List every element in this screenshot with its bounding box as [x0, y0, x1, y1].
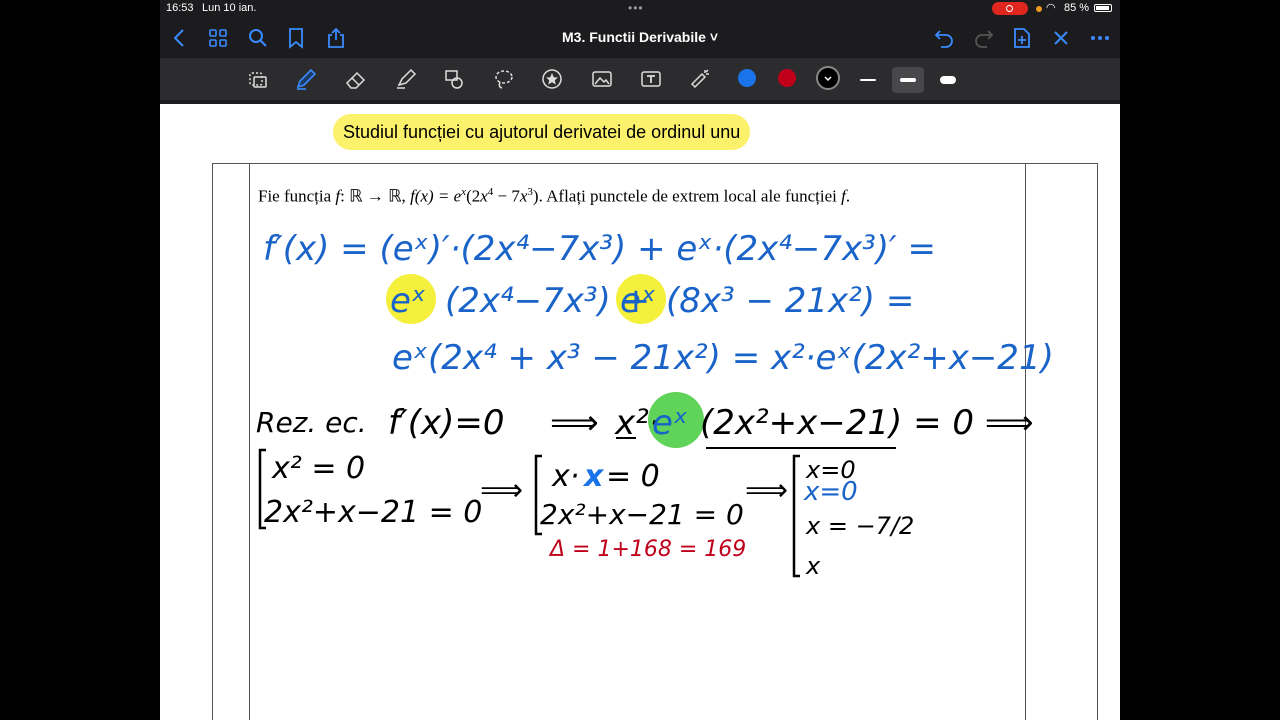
add-page-icon[interactable] — [1010, 26, 1034, 50]
mic-indicator-icon — [1036, 6, 1042, 12]
blue-color-swatch[interactable] — [738, 69, 756, 87]
lasso-icon[interactable] — [492, 67, 516, 91]
factor-exp: eˣ — [652, 403, 688, 443]
derivation-line-2c: eˣ — [620, 281, 656, 321]
rez-ec-label: Rez. ec. — [256, 406, 367, 439]
implies-arrow: ⟹ — [745, 473, 788, 508]
system2-eq1-highlight: x — [582, 459, 605, 494]
system-bracket — [792, 454, 800, 578]
grid-icon[interactable] — [206, 26, 230, 50]
status-date: Lun 10 ian. — [202, 2, 257, 14]
derivation-line-2a: eˣ — [390, 281, 426, 321]
thin-stroke-option[interactable] — [852, 67, 884, 93]
multitasking-dots-icon[interactable]: ••• — [628, 1, 644, 15]
highlighter-icon[interactable] — [394, 67, 418, 91]
solution-x2: x=0 — [803, 477, 858, 507]
redo-icon[interactable] — [972, 26, 996, 50]
factor-quadratic: (2x²+x−21) = 0 ⟹ — [700, 403, 1034, 443]
solution-x3: x = −7/2 — [805, 512, 914, 540]
undo-icon[interactable] — [932, 26, 956, 50]
battery-percentage: 85 % — [1064, 2, 1090, 14]
more-icon[interactable] — [1088, 26, 1112, 50]
text-box-icon[interactable] — [639, 67, 663, 91]
bookmark-icon[interactable] — [284, 26, 308, 50]
system2-eq1-part: x· — [551, 459, 579, 494]
status-bar: 16:53 Lun 10 ian. ••• ◠ 85 % — [160, 0, 1120, 18]
thick-stroke-option[interactable] — [932, 67, 964, 93]
system1-eq1: x² = 0 — [271, 451, 365, 486]
screen-recording-icon[interactable] — [992, 2, 1028, 15]
eraser-icon[interactable] — [344, 67, 368, 91]
black-color-swatch[interactable] — [816, 66, 840, 90]
system2-eq1-part: = 0 — [606, 459, 660, 494]
back-chevron-icon[interactable] — [168, 26, 192, 50]
status-time: 16:53 — [166, 2, 194, 14]
drawing-toolbar — [160, 58, 1120, 104]
red-color-swatch[interactable] — [778, 69, 796, 87]
close-edit-icon[interactable] — [1049, 26, 1073, 50]
lasso-select-icon[interactable] — [246, 67, 270, 91]
solution-x4: x — [805, 552, 821, 580]
document-title[interactable]: M3. Functii Derivabile ˅ — [540, 29, 740, 45]
image-icon[interactable] — [590, 67, 614, 91]
equation-derivative: f′(x)=0 — [388, 403, 504, 443]
ipad-screen: 16:53 Lun 10 ian. ••• ◠ 85 % M3. Functii… — [160, 0, 1120, 720]
derivation-line-3: eˣ(2x⁴ + x³ − 21x²) = x²·eˣ(2x²+x−21) — [392, 338, 1054, 378]
notebook-page[interactable]: Studiul funcției cu ajutorul derivatei d… — [160, 104, 1120, 720]
wifi-icon: ◠ — [1046, 2, 1056, 14]
implies-arrow: ⟹ — [550, 403, 599, 443]
derivation-line-1: f′(x) = (eˣ)′·(2x⁴−7x³) + eˣ·(2x⁴−7x³)′ … — [263, 229, 936, 269]
medium-stroke-option[interactable] — [892, 67, 924, 93]
system1-eq2: 2x²+x−21 = 0 — [264, 495, 482, 530]
star-sticker-icon[interactable] — [540, 67, 564, 91]
share-icon[interactable] — [324, 26, 348, 50]
handwriting-layer: f′(x) = (eˣ)′·(2x⁴−7x³) + eˣ·(2x⁴−7x³)′ … — [256, 229, 1054, 580]
pen-icon[interactable] — [294, 67, 318, 91]
implies-arrow: ⟹ — [480, 473, 523, 508]
navigation-bar: M3. Functii Derivabile ˅ — [160, 18, 1120, 58]
system2-eq2: 2x²+x−21 = 0 — [540, 498, 744, 531]
derivation-line-2d: (8x³ − 21x²) = — [666, 281, 914, 321]
search-icon[interactable] — [246, 26, 270, 50]
discriminant: Δ = 1+168 = 169 — [548, 537, 746, 562]
battery-icon — [1094, 4, 1112, 12]
laser-pointer-icon[interactable] — [688, 67, 712, 91]
shapes-icon[interactable] — [442, 67, 466, 91]
